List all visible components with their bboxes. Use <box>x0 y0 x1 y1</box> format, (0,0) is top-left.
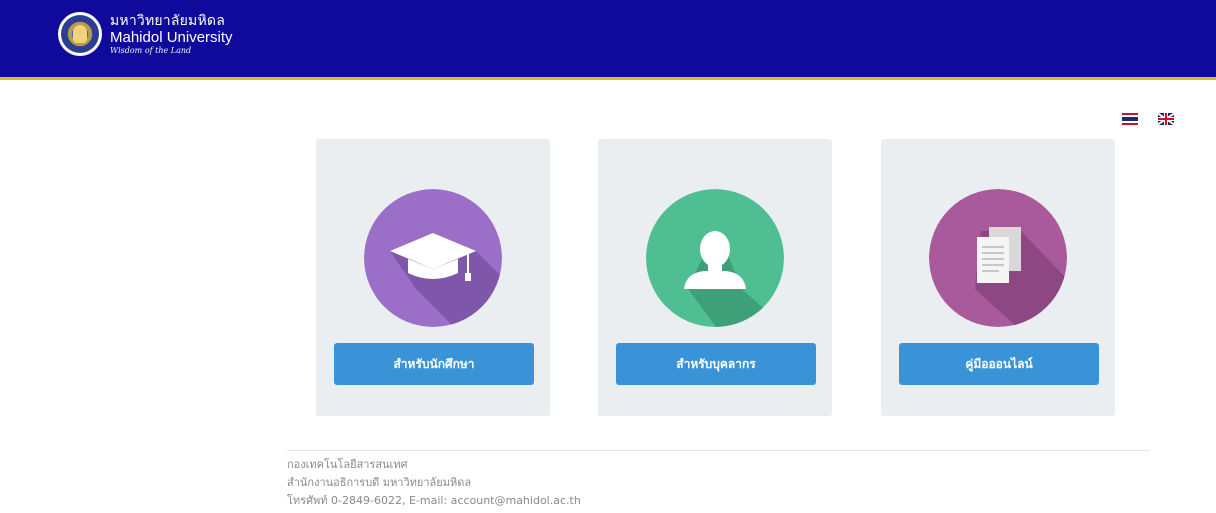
language-thai-button[interactable] <box>1122 113 1138 125</box>
manual-card: คู่มือออนไลน์ <box>881 139 1115 416</box>
footer-department: กองเทคโนโลยีสารสนเทศ <box>287 458 408 471</box>
brand-text: มหาวิทยาลัยมหิดล Mahidol University Wisd… <box>110 14 233 55</box>
footer-office: สำนักงานอธิการบดี มหาวิทยาลัยมหิดล <box>287 476 472 489</box>
footer: กองเทคโนโลยีสารสนเทศ สำนักงานอธิการบดี ม… <box>287 456 581 510</box>
staff-card: สำหรับบุคลากร <box>598 139 832 416</box>
student-card: สำหรับนักศึกษา <box>316 139 550 416</box>
university-seal-icon <box>58 12 102 56</box>
document-icon[interactable] <box>929 189 1067 327</box>
uk-flag-icon <box>1158 113 1174 125</box>
brand-motto: Wisdom of the Land <box>110 45 192 55</box>
university-logo[interactable]: มหาวิทยาลัยมหิดล Mahidol University Wisd… <box>58 12 233 56</box>
user-silhouette-icon[interactable] <box>646 189 784 327</box>
student-button[interactable]: สำหรับนักศึกษา <box>334 343 534 385</box>
footer-contact: โทรศัพท์ 0-2849-6022, E-mail: account@ma… <box>287 494 581 507</box>
footer-divider <box>287 450 1150 451</box>
thai-flag-icon <box>1122 113 1138 125</box>
top-header: มหาวิทยาลัยมหิดล Mahidol University Wisd… <box>0 0 1216 80</box>
graduation-cap-icon[interactable] <box>364 189 502 327</box>
manual-button[interactable]: คู่มือออนไลน์ <box>899 343 1099 385</box>
brand-name-english: Mahidol University <box>110 28 233 46</box>
staff-button[interactable]: สำหรับบุคลากร <box>616 343 816 385</box>
language-english-button[interactable] <box>1158 113 1174 125</box>
brand-name-thai: มหาวิทยาลัยมหิดล <box>110 12 225 29</box>
